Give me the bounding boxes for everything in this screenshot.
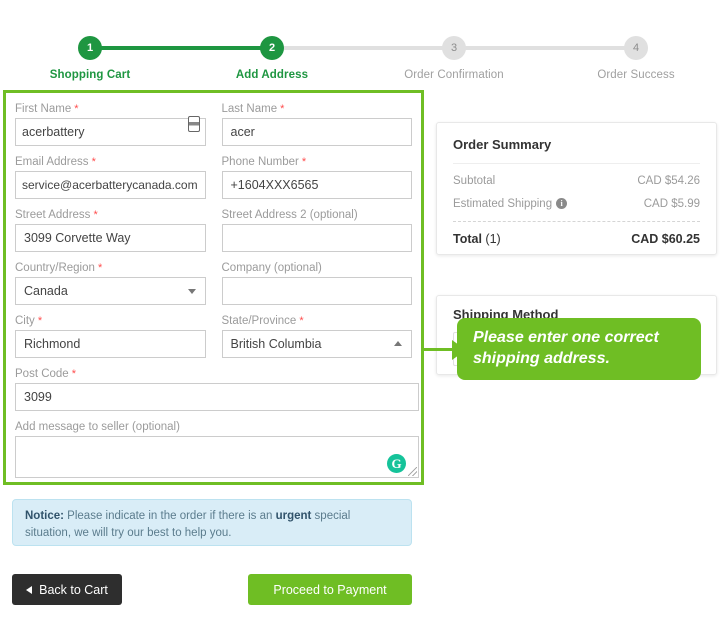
- notice-prefix: Notice:: [25, 510, 64, 522]
- validation-tooltip: Please enter one correct shipping addres…: [457, 318, 701, 380]
- field-first-name: First Name * acerbattery: [15, 103, 206, 146]
- chevron-up-icon: [394, 341, 402, 346]
- last-name-input[interactable]: acer: [221, 118, 412, 146]
- field-message-to-seller: Add message to seller (optional) G: [15, 421, 419, 478]
- required-asterisk: *: [90, 209, 98, 221]
- total-value: CAD $60.25: [631, 232, 700, 246]
- shipping-address-form: First Name * acerbattery Last Name * ace…: [3, 90, 424, 485]
- field-country: Country/Region * Canada: [15, 262, 206, 305]
- email-input[interactable]: service@acerbatterycanada.com: [15, 171, 206, 199]
- order-summary-title: Order Summary: [453, 137, 552, 152]
- back-to-cart-label: Back to Cart: [39, 582, 108, 597]
- phone-input[interactable]: +1604XXX6565: [221, 171, 412, 199]
- required-asterisk: *: [34, 315, 43, 327]
- state-province-select[interactable]: British Columbia: [221, 330, 412, 358]
- first-name-input[interactable]: acerbattery: [15, 118, 206, 146]
- email-label: Email Address *: [15, 156, 96, 168]
- field-street-address-2: Street Address 2 (optional): [221, 209, 412, 252]
- checkout-progress-stepper: 1 Shopping Cart 2 Add Address 3 Order Co…: [0, 36, 724, 96]
- stepper-step-order-confirmation: 3 Order Confirmation: [374, 36, 534, 81]
- grammarly-icon[interactable]: G: [387, 454, 406, 473]
- estimated-shipping-label: Estimated Shipping i: [453, 198, 568, 210]
- required-asterisk: *: [71, 103, 79, 115]
- stepper-step-shopping-cart[interactable]: 1 Shopping Cart: [10, 36, 170, 81]
- required-asterisk: *: [277, 103, 285, 115]
- summary-row-total: Total (1) CAD $60.25: [453, 232, 700, 246]
- tooltip-arrow: [452, 340, 466, 360]
- required-asterisk: *: [68, 368, 77, 380]
- field-street-address: Street Address * 3099 Corvette Way: [15, 209, 206, 252]
- required-asterisk: *: [298, 156, 307, 168]
- required-asterisk: *: [296, 315, 304, 327]
- stepper-step-2-label: Add Address: [235, 69, 309, 81]
- estimated-shipping-value: CAD $5.99: [643, 198, 700, 210]
- order-summary-card: Order Summary Subtotal CAD $54.26 Estima…: [436, 122, 717, 255]
- summary-row-estimated-shipping: Estimated Shipping i CAD $5.99: [453, 198, 700, 210]
- first-name-label: First Name *: [15, 103, 79, 115]
- post-code-label: Post Code *: [15, 368, 77, 380]
- state-province-selected-value: British Columbia: [230, 337, 322, 351]
- info-icon[interactable]: i: [556, 198, 568, 210]
- state-province-label: State/Province *: [221, 315, 304, 327]
- stepper-step-2-circle: 2: [260, 36, 284, 60]
- summary-row-subtotal: Subtotal CAD $54.26: [453, 175, 700, 187]
- field-phone: Phone Number * +1604XXX6565: [221, 156, 412, 199]
- message-to-seller-textarea[interactable]: G: [15, 436, 419, 478]
- stepper-step-1-circle: 1: [78, 36, 102, 60]
- post-code-input[interactable]: 3099: [15, 383, 419, 411]
- message-to-seller-label: Add message to seller (optional): [15, 421, 180, 433]
- field-post-code: Post Code * 3099: [15, 368, 419, 411]
- notice-text-before: Please indicate in the order if there is…: [63, 510, 276, 522]
- total-label: Total (1): [453, 232, 501, 246]
- stepper-bar-1-2: [90, 46, 272, 50]
- required-asterisk: *: [88, 156, 96, 168]
- city-label: City *: [15, 315, 43, 327]
- company-input[interactable]: [221, 277, 412, 305]
- field-company: Company (optional): [221, 262, 412, 305]
- field-email: Email Address * service@acerbatterycanad…: [15, 156, 206, 199]
- subtotal-label: Subtotal: [453, 175, 496, 187]
- city-input[interactable]: Richmond: [15, 330, 206, 358]
- street-address-2-label: Street Address 2 (optional): [221, 209, 358, 221]
- street-address-input[interactable]: 3099 Corvette Way: [15, 224, 206, 252]
- divider: [453, 163, 700, 164]
- phone-label: Phone Number *: [221, 156, 307, 168]
- company-label: Company (optional): [221, 262, 322, 274]
- notice-banner: Notice: Please indicate in the order if …: [12, 499, 412, 546]
- divider-dashed: [453, 221, 700, 222]
- stepper-bar-2-3: [272, 46, 454, 50]
- field-state-province: State/Province * British Columbia: [221, 315, 412, 358]
- country-selected-value: Canada: [24, 284, 68, 298]
- stepper-bar-3-4: [454, 46, 636, 50]
- stepper-step-4-circle: 4: [624, 36, 648, 60]
- notice-emphasis: urgent: [275, 510, 312, 522]
- subtotal-value: CAD $54.26: [637, 175, 700, 187]
- stepper-step-1-label: Shopping Cart: [49, 69, 131, 81]
- field-last-name: Last Name * acer: [221, 103, 412, 146]
- proceed-to-payment-label: Proceed to Payment: [273, 582, 387, 597]
- last-name-label: Last Name *: [221, 103, 285, 115]
- proceed-to-payment-button[interactable]: Proceed to Payment: [248, 574, 412, 605]
- country-select[interactable]: Canada: [15, 277, 206, 305]
- stepper-step-3-label: Order Confirmation: [404, 69, 504, 81]
- chevron-down-icon: [187, 289, 196, 294]
- chevron-left-icon: [26, 585, 33, 594]
- contact-card-icon[interactable]: [187, 116, 200, 132]
- street-address-2-input[interactable]: [221, 224, 412, 252]
- field-city: City * Richmond: [15, 315, 206, 358]
- stepper-step-add-address[interactable]: 2 Add Address: [192, 36, 352, 81]
- required-asterisk: *: [94, 262, 103, 274]
- back-to-cart-button[interactable]: Back to Cart: [12, 574, 122, 605]
- stepper-step-3-circle: 3: [442, 36, 466, 60]
- textarea-resize-handle[interactable]: [408, 467, 417, 476]
- street-address-label: Street Address *: [15, 209, 98, 221]
- stepper-step-4-label: Order Success: [597, 69, 675, 81]
- stepper-step-order-success: 4 Order Success: [556, 36, 716, 81]
- country-label: Country/Region *: [15, 262, 103, 274]
